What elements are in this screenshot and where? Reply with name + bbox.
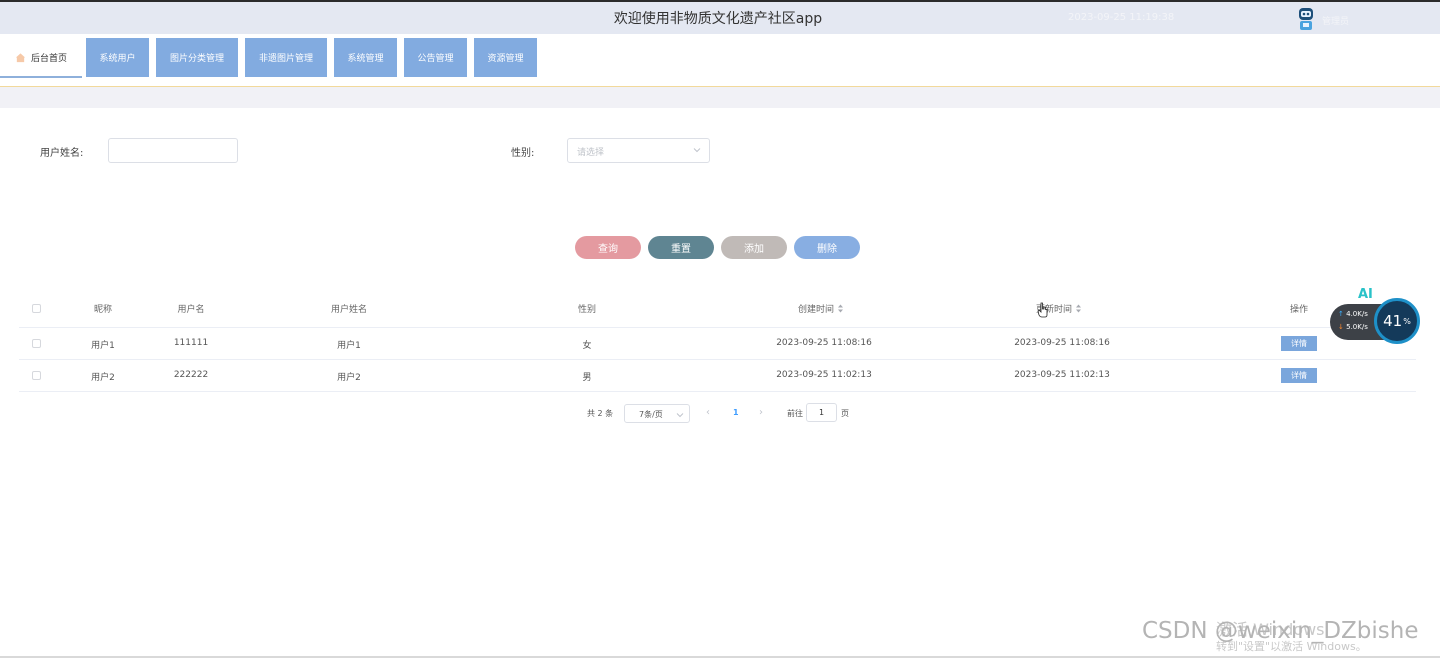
detail-button[interactable]: 详情 (1281, 368, 1317, 383)
sort-icon[interactable] (837, 304, 844, 313)
cell-updated: 2023-09-25 11:02:13 (1014, 370, 1110, 380)
nav-announcements[interactable]: 公告管理 (404, 38, 467, 77)
page-size-select[interactable]: 7条/页 (624, 404, 690, 423)
row-divider (19, 359, 1416, 360)
column-header-gender: 性别 (577, 305, 597, 315)
cell-created: 2023-09-25 11:02:13 (776, 370, 872, 380)
cell-nickname: 用户1 (91, 341, 115, 351)
chevron-down-icon (676, 413, 684, 418)
column-header-actions: 操作 (1289, 305, 1309, 315)
row-divider (19, 391, 1416, 392)
username-label: 用户姓名: (40, 148, 84, 159)
nav-heritage-images[interactable]: 非遗图片管理 (245, 38, 327, 77)
cell-realname: 用户1 (337, 341, 361, 351)
table-header-divider (19, 327, 1416, 328)
memory-gauge[interactable]: 41% (1374, 298, 1420, 344)
page-size-value: 7条/页 (639, 410, 663, 419)
home-icon (15, 52, 26, 62)
column-header-created[interactable]: 创建时间 (798, 302, 844, 315)
main-nav: 后台首页 系统用户 图片分类管理 非遗图片管理 系统管理 公告管理 资源管理 (0, 34, 1440, 87)
gender-select-placeholder: 请选择 (577, 148, 605, 158)
cell-gender: 男 (582, 373, 592, 383)
nav-home-label: 后台首页 (30, 53, 67, 64)
delete-button[interactable]: 删除 (794, 236, 860, 259)
upload-speed-unit: K/s (1357, 310, 1368, 318)
user-role-label[interactable]: 管理员 (1322, 14, 1349, 27)
ai-badge[interactable]: AI (1358, 287, 1373, 302)
column-header-realname: 用户姓名 (330, 305, 368, 315)
pagination-total: 共 2 条 (587, 409, 614, 418)
reset-button[interactable]: 重置 (648, 236, 714, 259)
current-page[interactable]: 1 (733, 408, 739, 417)
row-checkbox[interactable] (32, 339, 41, 348)
csdn-watermark: CSDN @weixin_DZbishe (1142, 618, 1419, 644)
cell-username: 111111 (173, 338, 209, 348)
cell-username: 222222 (173, 370, 209, 380)
add-button[interactable]: 添加 (721, 236, 787, 259)
gender-select[interactable]: 请选择 (567, 138, 710, 163)
username-input[interactable] (108, 138, 238, 163)
nav-resources[interactable]: 资源管理 (474, 38, 537, 77)
cell-realname: 用户2 (337, 373, 361, 383)
chevron-down-icon (693, 148, 701, 153)
gender-label: 性别: (511, 148, 535, 159)
app-title: 欢迎使用非物质文化遗产社区app (613, 11, 823, 27)
column-header-nickname: 昵称 (93, 305, 113, 315)
nav-home-tab[interactable]: 后台首页 (0, 38, 82, 78)
gauge-value: 41 (1383, 312, 1403, 330)
content-band (0, 87, 1440, 108)
download-speed: 5.0 (1346, 323, 1358, 331)
cell-created: 2023-09-25 11:08:16 (776, 338, 872, 348)
robot-avatar-icon[interactable] (1296, 6, 1316, 32)
goto-page-input[interactable]: 1 (806, 403, 837, 422)
select-all-checkbox[interactable] (32, 304, 41, 313)
prev-page-icon[interactable]: ‹ (706, 407, 710, 418)
header-datetime: 2023-09-25 11:19:38 (1068, 12, 1175, 23)
nav-image-category[interactable]: 图片分类管理 (156, 38, 238, 77)
column-header-created-label: 创建时间 (797, 305, 835, 315)
download-arrow-icon: ↓ (1338, 323, 1344, 331)
column-header-username: 用户名 (177, 305, 205, 315)
download-speed-unit: K/s (1357, 323, 1368, 331)
upload-speed: 4.0 (1346, 310, 1358, 318)
hand-cursor-icon (1037, 302, 1048, 318)
sort-icon[interactable] (1075, 304, 1082, 313)
cell-updated: 2023-09-25 11:08:16 (1014, 338, 1110, 348)
cell-nickname: 用户2 (91, 373, 115, 383)
detail-button[interactable]: 详情 (1281, 336, 1317, 351)
query-button[interactable]: 查询 (575, 236, 641, 259)
gauge-unit: % (1403, 316, 1411, 326)
next-page-icon[interactable]: › (759, 407, 763, 418)
upload-arrow-icon: ↑ (1338, 310, 1344, 318)
row-checkbox[interactable] (32, 371, 41, 380)
nav-system-users[interactable]: 系统用户 (86, 38, 149, 77)
goto-label: 前往 (787, 409, 803, 418)
cell-gender: 女 (582, 341, 592, 351)
page-suffix: 页 (841, 409, 849, 418)
nav-system-management[interactable]: 系统管理 (334, 38, 397, 77)
top-header: 欢迎使用非物质文化遗产社区app 2023-09-25 11:19:38 管理员 (0, 0, 1440, 34)
